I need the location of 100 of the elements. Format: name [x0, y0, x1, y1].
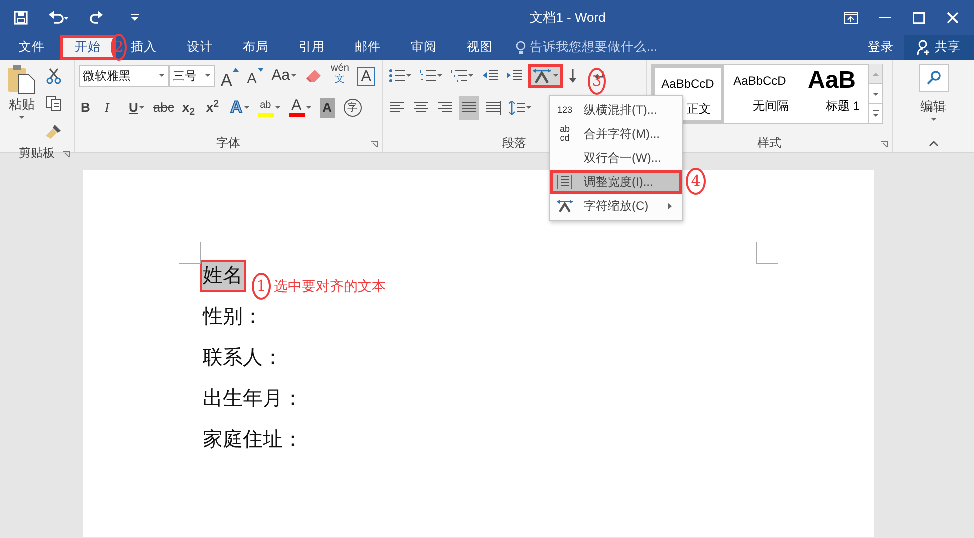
- ribbon-tab[interactable]: 引用: [284, 35, 340, 60]
- number-icon: 123: [554, 106, 576, 114]
- scroll-down-icon[interactable]: [869, 84, 883, 104]
- caret-icon: [406, 74, 412, 78]
- menu-item[interactable]: 双行合一(W)...: [550, 146, 682, 170]
- person-icon: [917, 40, 931, 55]
- ribbon-tab[interactable]: 审阅: [396, 35, 452, 60]
- editing-button[interactable]: 编辑: [916, 64, 950, 130]
- ribbon-tab[interactable]: 开始: [60, 35, 116, 60]
- group-label: 字体: [216, 136, 240, 150]
- close-icon: [947, 12, 959, 24]
- grow-font-button[interactable]: A: [219, 64, 242, 88]
- sort-arrow-icon: [569, 69, 577, 83]
- caret-icon: [306, 106, 312, 110]
- italic-button[interactable]: I: [103, 96, 123, 120]
- text-scale-icon: [556, 199, 574, 213]
- menu-item[interactable]: 字符缩放(C): [550, 194, 682, 218]
- script-button[interactable]: x$_{2}$: [180, 96, 200, 120]
- dialog-launcher-icon[interactable]: [881, 141, 888, 148]
- sign-in-link[interactable]: 登录: [858, 35, 904, 60]
- document-line: 性别：: [202, 305, 264, 330]
- caret-icon: [437, 74, 443, 78]
- caret-icon: [205, 74, 211, 78]
- outdent-icon: [482, 69, 498, 83]
- maximize-icon: [913, 12, 925, 24]
- dialog-launcher-icon[interactable]: [371, 141, 378, 148]
- group-label: 样式: [758, 136, 782, 150]
- caret-icon: [159, 74, 165, 78]
- minimize-icon: [879, 16, 891, 18]
- up-caret-icon: [233, 68, 240, 72]
- ribbon-tab[interactable]: 邮件: [340, 35, 396, 60]
- clipboard-icon: [7, 64, 37, 94]
- undo-icon: [48, 10, 70, 24]
- share-button[interactable]: 共享: [904, 35, 974, 60]
- group-label: 剪贴板: [19, 146, 55, 160]
- bold-button[interactable]: B: [79, 96, 99, 120]
- fit-width-icon: [557, 174, 573, 190]
- bullet-list-icon: [389, 69, 405, 83]
- eraser-icon: [305, 68, 324, 84]
- ribbon-tab[interactable]: 布局: [228, 35, 284, 60]
- down-caret-icon: [258, 68, 264, 72]
- menu-item[interactable]: ab cd 合并字符(M)...: [550, 122, 682, 146]
- step-number: 4: [686, 168, 706, 195]
- copy-icon: [46, 96, 62, 112]
- text-width-icon: [532, 68, 552, 84]
- align-left-icon: [389, 101, 405, 115]
- align-center-icon: [413, 101, 429, 115]
- asian-layout-button[interactable]: [528, 64, 563, 88]
- dialog-launcher-icon[interactable]: [63, 151, 70, 158]
- window-title: 文档1 - Word: [529, 8, 607, 27]
- character-shading-button[interactable]: A: [318, 96, 338, 120]
- highlight-button[interactable]: ab: [256, 96, 283, 120]
- step-number: 1: [252, 273, 271, 300]
- enclose-character-button[interactable]: 字: [342, 96, 364, 120]
- document-line: 家庭住址：: [202, 428, 304, 453]
- annotation-note: 选中要对齐的文本: [274, 277, 386, 296]
- multilevel-list-icon: [451, 69, 467, 83]
- shrink-font-button[interactable]: A: [245, 64, 266, 88]
- redo-icon: [90, 10, 104, 24]
- underline-button[interactable]: U: [127, 96, 148, 120]
- caret-icon: [131, 14, 139, 21]
- caret-icon: [244, 106, 250, 110]
- caret-icon: [553, 74, 559, 78]
- caret-icon: [468, 74, 474, 78]
- font-color-button[interactable]: A: [286, 96, 314, 120]
- alignment-button[interactable]: [459, 96, 479, 120]
- caret-icon: [19, 116, 25, 120]
- align-right-icon: [437, 101, 453, 115]
- save-icon: [14, 10, 28, 24]
- caret-icon: [930, 118, 936, 122]
- strikethrough-button[interactable]: abc: [151, 96, 176, 120]
- numbered-list-icon: [420, 69, 436, 83]
- ribbon-tab[interactable]: 设计: [172, 35, 228, 60]
- character-border-button[interactable]: A: [355, 64, 378, 88]
- brush-icon: [46, 124, 62, 140]
- font-name-field[interactable]: 微软雅黑: [79, 65, 169, 87]
- scissors-icon: [46, 68, 62, 84]
- ribbon-tab[interactable]: 文件: [4, 35, 60, 60]
- script-button[interactable]: x$^{2}$: [204, 96, 224, 120]
- document-line: 出生年月：: [202, 387, 304, 412]
- letters-icon: ab cd: [554, 125, 576, 143]
- ribbon-display-icon: [844, 12, 858, 24]
- document-line: 联系人：: [202, 346, 284, 371]
- justify-icon: [461, 101, 477, 115]
- caret-icon: [526, 106, 532, 110]
- more-styles-icon[interactable]: [869, 104, 883, 124]
- caret-icon: [274, 106, 281, 110]
- caret-icon: [139, 106, 146, 110]
- group-label: 段落: [502, 136, 526, 150]
- menu-item[interactable]: 调整宽度(I)...: [550, 170, 682, 194]
- paste-button[interactable]: 粘贴: [4, 64, 40, 134]
- tell-me-field[interactable]: 告诉我您想要做什么...: [530, 38, 680, 57]
- indent-icon: [506, 69, 522, 83]
- ribbon-tab[interactable]: 视图: [452, 35, 508, 60]
- font-size-field[interactable]: 三号: [169, 65, 215, 87]
- collapse-ribbon-icon[interactable]: [928, 140, 938, 147]
- distributed-icon: [485, 101, 501, 115]
- line-spacing-icon: [509, 101, 525, 115]
- phonetic-guide-button[interactable]: wén 文: [329, 64, 352, 88]
- change-case-button[interactable]: Aa: [270, 64, 300, 88]
